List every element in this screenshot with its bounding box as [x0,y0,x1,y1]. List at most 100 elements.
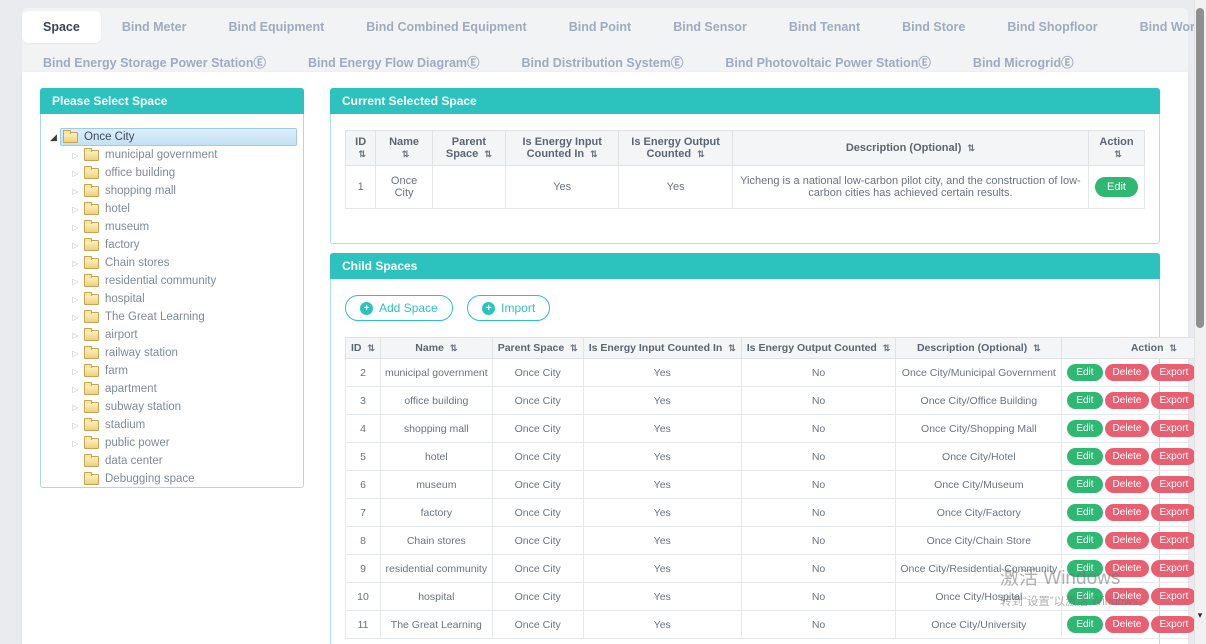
tree-item-stadium[interactable]: ▷ stadium [69,416,297,434]
expander-closed-icon[interactable]: ▷ [69,241,82,250]
expander-closed-icon[interactable]: ▷ [69,223,82,232]
col-header-energy-input[interactable]: Is Energy Input Counted In ⇅ [583,338,741,359]
export-button[interactable]: Export [1151,420,1196,437]
expander-closed-icon[interactable]: ▷ [69,439,82,448]
delete-button[interactable]: Delete [1105,560,1150,577]
expander-closed-icon[interactable]: ▷ [69,331,82,340]
col-header-name[interactable]: Name ⇅ [376,131,432,166]
tree-item-airport[interactable]: ▷ airport [69,326,297,344]
scrollbar-thumb[interactable] [1196,8,1204,328]
col-header-id[interactable]: ID ⇅ [346,131,376,166]
col-header-description[interactable]: Description (Optional) ⇅ [732,131,1088,166]
export-button[interactable]: Export [1151,392,1196,409]
col-header-action[interactable]: Action ⇅ [1062,338,1206,359]
tree-item-debugging-space[interactable]: Debugging space [69,470,297,488]
delete-button[interactable]: Delete [1105,448,1150,465]
scrollbar-track[interactable]: ▾ [1194,0,1206,644]
export-button[interactable]: Export [1151,588,1196,605]
expander-closed-icon[interactable]: ▷ [69,259,82,268]
tab-bind-point[interactable]: Bind Point [548,11,653,43]
expander-closed-icon[interactable]: ▷ [69,421,82,430]
edit-button[interactable]: Edit [1067,448,1102,465]
tab-bind-sensor[interactable]: Bind Sensor [652,11,768,43]
tree-item-once-city[interactable]: ◢ Once City [47,128,297,146]
cell-name: The Great Learning [380,611,492,639]
tree-item-the-great-learning[interactable]: ▷ The Great Learning [69,308,297,326]
expander-closed-icon[interactable]: ▷ [69,187,82,196]
export-button[interactable]: Export [1151,504,1196,521]
tree-item-shopping-mall[interactable]: ▷ shopping mall [69,182,297,200]
tree-item-office-building[interactable]: ▷ office building [69,164,297,182]
export-button[interactable]: Export [1151,476,1196,493]
expander-closed-icon[interactable]: ▷ [69,151,82,160]
add-space-button[interactable]: + Add Space [345,295,453,321]
expander-closed-icon[interactable]: ▷ [69,349,82,358]
delete-button[interactable]: Delete [1105,504,1150,521]
import-button[interactable]: + Import [467,295,550,321]
tree-selected-row[interactable]: Once City [60,128,297,146]
tab-space[interactable]: Space [22,11,101,43]
edit-button[interactable]: Edit [1067,392,1102,409]
tab-bind-tenant[interactable]: Bind Tenant [768,11,881,43]
edit-button[interactable]: Edit [1067,420,1102,437]
col-header-id[interactable]: ID ⇅ [346,338,381,359]
scroll-down-icon[interactable]: ▾ [1195,610,1205,621]
col-header-energy-output[interactable]: Is Energy Output Counted ⇅ [619,131,732,166]
tree-item-museum[interactable]: ▷ museum [69,218,297,236]
delete-button[interactable]: Delete [1105,616,1150,633]
edit-button[interactable]: Edit [1067,504,1102,521]
tree-item-factory[interactable]: ▷ factory [69,236,297,254]
tab-bind-working-calendar[interactable]: Bind Working Calendar [1119,11,1206,43]
export-button[interactable]: Export [1151,532,1196,549]
edit-button[interactable]: Edit [1067,616,1102,633]
expander-closed-icon[interactable]: ▷ [69,403,82,412]
export-button[interactable]: Export [1151,560,1196,577]
expander-closed-icon[interactable]: ▷ [69,277,82,286]
tab-bind-store[interactable]: Bind Store [881,11,986,43]
expander-open-icon[interactable]: ◢ [47,132,60,143]
tab-bind-meter[interactable]: Bind Meter [101,11,208,43]
delete-button[interactable]: Delete [1105,392,1150,409]
tree-item-data-center[interactable]: data center [69,452,297,470]
delete-button[interactable]: Delete [1105,532,1150,549]
expander-closed-icon[interactable]: ▷ [69,205,82,214]
edit-button[interactable]: Edit [1095,177,1138,197]
tree-item-municipal-government[interactable]: ▷ municipal government [69,146,297,164]
edit-button[interactable]: Edit [1067,560,1102,577]
col-header-action[interactable]: Action ⇅ [1089,131,1145,166]
tree-item-hospital[interactable]: ▷ hospital [69,290,297,308]
tree-item-public-power[interactable]: ▷ public power [69,434,297,452]
edit-button[interactable]: Edit [1067,588,1102,605]
export-button[interactable]: Export [1151,616,1196,633]
expander-closed-icon[interactable]: ▷ [69,313,82,322]
tree-item-apartment[interactable]: ▷ apartment [69,380,297,398]
delete-button[interactable]: Delete [1105,588,1150,605]
tree-item-hotel[interactable]: ▷ hotel [69,200,297,218]
col-header-description[interactable]: Description (Optional) ⇅ [896,338,1062,359]
expander-closed-icon[interactable]: ▷ [69,295,82,304]
col-header-energy-output[interactable]: Is Energy Output Counted ⇅ [741,338,896,359]
col-header-parent-space[interactable]: Parent Space ⇅ [492,338,583,359]
delete-button[interactable]: Delete [1105,476,1150,493]
tab-bind-combined-equipment[interactable]: Bind Combined Equipment [345,11,547,43]
tree-item-chain-stores[interactable]: ▷ Chain stores [69,254,297,272]
expander-closed-icon[interactable]: ▷ [69,367,82,376]
edit-button[interactable]: Edit [1067,364,1102,381]
delete-button[interactable]: Delete [1105,420,1150,437]
tree-item-subway-station[interactable]: ▷ subway station [69,398,297,416]
tab-bind-shopfloor[interactable]: Bind Shopfloor [986,11,1118,43]
expander-closed-icon[interactable]: ▷ [69,169,82,178]
delete-button[interactable]: Delete [1105,364,1150,381]
export-button[interactable]: Export [1151,364,1196,381]
edit-button[interactable]: Edit [1067,532,1102,549]
export-button[interactable]: Export [1151,448,1196,465]
col-header-energy-input[interactable]: Is Energy Input Counted In ⇅ [506,131,619,166]
col-header-name[interactable]: Name ⇅ [380,338,492,359]
tree-item-farm[interactable]: ▷ farm [69,362,297,380]
tab-bind-equipment[interactable]: Bind Equipment [207,11,345,43]
edit-button[interactable]: Edit [1067,476,1102,493]
tree-item-railway-station[interactable]: ▷ railway station [69,344,297,362]
tree-item-residential-community[interactable]: ▷ residential community [69,272,297,290]
col-header-parent-space[interactable]: Parent Space ⇅ [432,131,505,166]
expander-closed-icon[interactable]: ▷ [69,385,82,394]
